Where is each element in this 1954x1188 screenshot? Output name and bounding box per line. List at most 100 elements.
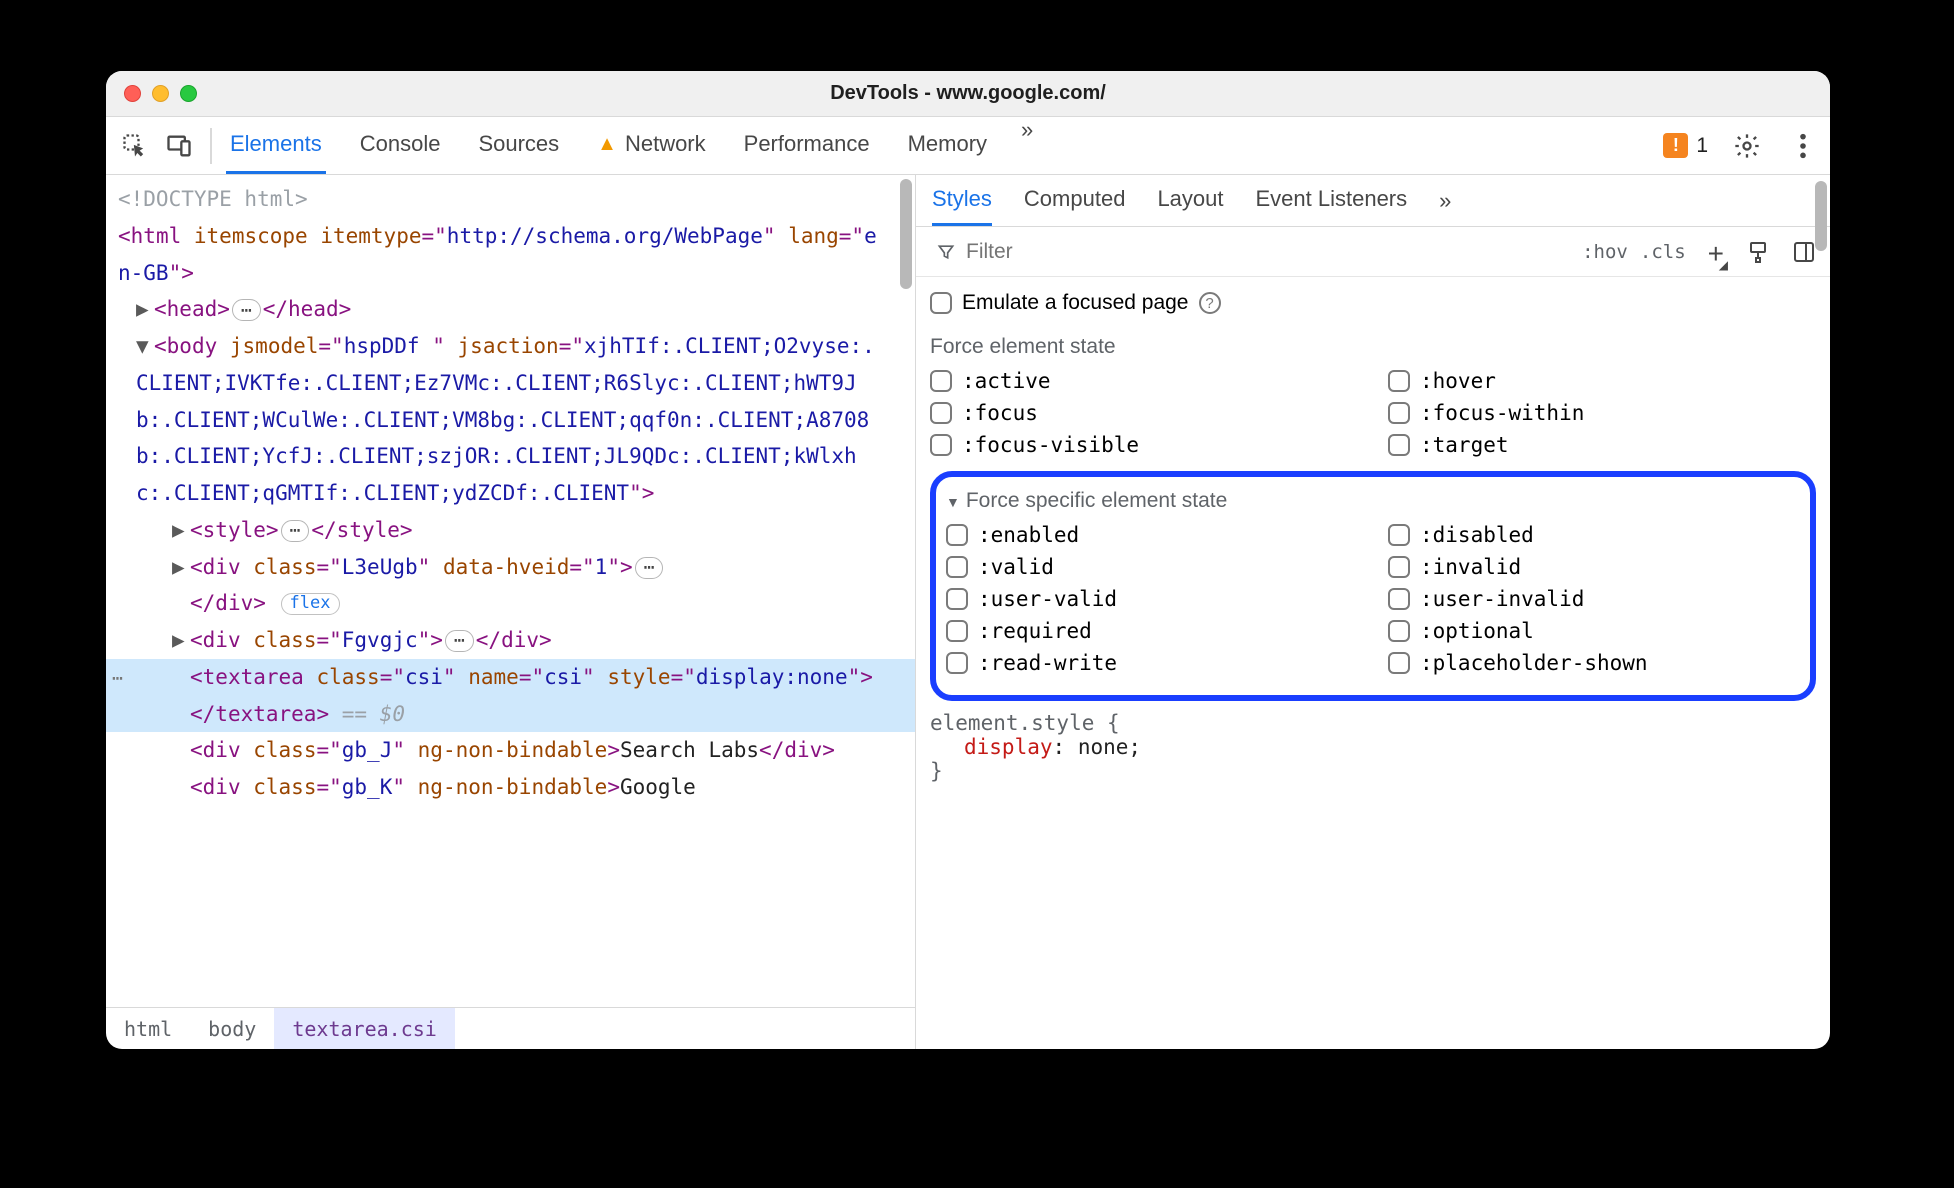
state-enabled[interactable]: :enabled — [946, 523, 1358, 547]
sidebar-tabs: Styles Computed Layout Event Listeners » — [916, 175, 1830, 227]
state-read-write[interactable]: :read-write — [946, 651, 1358, 675]
tab-console[interactable]: Console — [356, 117, 445, 174]
css-property[interactable]: display — [964, 735, 1053, 759]
breadcrumb: html body textarea.csi — [106, 1007, 915, 1049]
maximize-icon[interactable] — [180, 85, 197, 102]
close-icon[interactable] — [124, 85, 141, 102]
dom-doctype[interactable]: <!DOCTYPE html> — [118, 181, 915, 218]
dom-tree[interactable]: <!DOCTYPE html> <html itemscope itemtype… — [106, 175, 915, 812]
state-disabled[interactable]: :disabled — [1388, 523, 1800, 547]
ellipsis-pill-icon[interactable]: ⋯ — [445, 630, 474, 652]
hov-toggle[interactable]: :hov — [1582, 241, 1628, 263]
tab-elements[interactable]: Elements — [226, 117, 326, 174]
tab-sources[interactable]: Sources — [474, 117, 563, 174]
expand-triangle-icon[interactable]: ▼ — [136, 328, 154, 365]
checkbox[interactable] — [1388, 434, 1410, 456]
issues-badge[interactable]: ! 1 — [1663, 133, 1708, 158]
dom-div-gbj[interactable]: <div class="gb_J" ng-non-bindable>Search… — [118, 732, 915, 769]
breadcrumb-html[interactable]: html — [106, 1008, 190, 1049]
state-valid[interactable]: :valid — [946, 555, 1358, 579]
help-icon[interactable]: ? — [1199, 292, 1221, 314]
checkbox[interactable] — [1388, 588, 1410, 610]
filter-input-wrapper — [926, 236, 1566, 268]
checkbox[interactable] — [930, 402, 952, 424]
expand-triangle-icon[interactable]: ▶ — [136, 291, 154, 328]
checkbox[interactable] — [1388, 556, 1410, 578]
more-tabs-chevron-icon[interactable]: » — [1021, 117, 1033, 174]
checkbox[interactable] — [1388, 402, 1410, 424]
tab-computed[interactable]: Computed — [1024, 175, 1126, 226]
toolbar-right: ! 1 — [1663, 129, 1820, 163]
ellipsis-pill-icon[interactable]: ⋯ — [635, 557, 664, 579]
dom-selected-row[interactable]: ⋯ <textarea class="csi" name="csi" style… — [106, 659, 915, 733]
ellipsis-pill-icon[interactable]: ⋯ — [281, 520, 310, 542]
filter-input[interactable] — [966, 240, 1558, 264]
css-value[interactable]: none — [1078, 735, 1129, 759]
inspect-element-icon[interactable] — [118, 129, 152, 163]
gutter-dots-icon[interactable]: ⋯ — [112, 663, 123, 695]
tab-event-listeners[interactable]: Event Listeners — [1256, 175, 1408, 226]
tab-styles[interactable]: Styles — [932, 175, 992, 226]
dom-div-close[interactable]: </div> flex — [118, 585, 915, 622]
scrollbar[interactable] — [897, 175, 915, 1007]
tab-performance[interactable]: Performance — [740, 117, 874, 174]
force-specific-heading[interactable]: Force specific element state — [946, 483, 1800, 519]
state-target[interactable]: :target — [1388, 433, 1816, 457]
checkbox[interactable] — [1388, 370, 1410, 392]
checkbox[interactable] — [946, 524, 968, 546]
settings-gear-icon[interactable] — [1730, 129, 1764, 163]
checkbox[interactable] — [946, 620, 968, 642]
checkbox[interactable] — [1388, 620, 1410, 642]
emulate-checkbox[interactable] — [930, 292, 952, 314]
state-active[interactable]: :active — [930, 369, 1358, 393]
kebab-menu-icon[interactable] — [1786, 129, 1820, 163]
issues-count: 1 — [1696, 134, 1708, 158]
styles-panel: Styles Computed Layout Event Listeners »… — [916, 175, 1830, 1049]
checkbox[interactable] — [946, 556, 968, 578]
checkbox[interactable] — [946, 588, 968, 610]
state-user-invalid[interactable]: :user-invalid — [1388, 587, 1800, 611]
checkbox[interactable] — [946, 652, 968, 674]
dom-div-fgvgjc[interactable]: ▶<div class="Fgvgjc">⋯</div> — [118, 622, 915, 659]
checkbox[interactable] — [1388, 524, 1410, 546]
flex-badge[interactable]: flex — [281, 593, 340, 615]
state-focus-visible[interactable]: :focus-visible — [930, 433, 1358, 457]
checkbox[interactable] — [930, 370, 952, 392]
dom-head[interactable]: ▶<head>⋯</head> — [118, 291, 915, 328]
expand-triangle-icon[interactable]: ▶ — [172, 622, 190, 659]
tab-label: Network — [625, 131, 706, 157]
breadcrumb-body[interactable]: body — [190, 1008, 274, 1049]
ellipsis-pill-icon[interactable]: ⋯ — [232, 299, 261, 321]
dom-div-gbk[interactable]: <div class="gb_K" ng-non-bindable>Google — [118, 769, 915, 806]
more-tabs-chevron-icon[interactable]: » — [1439, 188, 1451, 214]
checkbox[interactable] — [1388, 652, 1410, 674]
dom-html-open[interactable]: <html itemscope itemtype="http://schema.… — [118, 218, 915, 292]
minimize-icon[interactable] — [152, 85, 169, 102]
tab-network[interactable]: ▲Network — [593, 117, 709, 174]
dom-style-node[interactable]: ▶<style>⋯</style> — [118, 512, 915, 549]
expand-triangle-icon[interactable]: ▶ — [172, 549, 190, 586]
new-style-rule-icon[interactable]: +◢ — [1708, 238, 1724, 270]
tab-layout[interactable]: Layout — [1157, 175, 1223, 226]
styles-filter-bar: :hov .cls +◢ — [916, 227, 1830, 277]
dom-body-open[interactable]: ▼<body jsmodel="hspDDf " jsaction="xjhTI… — [118, 328, 915, 512]
state-invalid[interactable]: :invalid — [1388, 555, 1800, 579]
state-placeholder-shown[interactable]: :placeholder-shown — [1388, 651, 1800, 675]
state-required[interactable]: :required — [946, 619, 1358, 643]
scrollbar[interactable] — [1812, 277, 1830, 1049]
paint-icon[interactable] — [1746, 240, 1770, 264]
tab-memory[interactable]: Memory — [904, 117, 991, 174]
state-focus-within[interactable]: :focus-within — [1388, 401, 1816, 425]
checkbox[interactable] — [930, 434, 952, 456]
state-hover[interactable]: :hover — [1388, 369, 1816, 393]
styles-toolbar-icons: +◢ — [1702, 236, 1822, 268]
state-focus[interactable]: :focus — [930, 401, 1358, 425]
breadcrumb-textarea[interactable]: textarea.csi — [274, 1008, 455, 1049]
expand-triangle-icon[interactable]: ▶ — [172, 512, 190, 549]
element-style-rule[interactable]: element.style { display: none; } — [930, 711, 1816, 783]
dom-div-l3eugb[interactable]: ▶<div class="L3eUgb" data-hveid="1">⋯ — [118, 549, 915, 586]
device-toolbar-icon[interactable] — [162, 129, 196, 163]
cls-toggle[interactable]: .cls — [1640, 241, 1686, 263]
state-optional[interactable]: :optional — [1388, 619, 1800, 643]
state-user-valid[interactable]: :user-valid — [946, 587, 1358, 611]
